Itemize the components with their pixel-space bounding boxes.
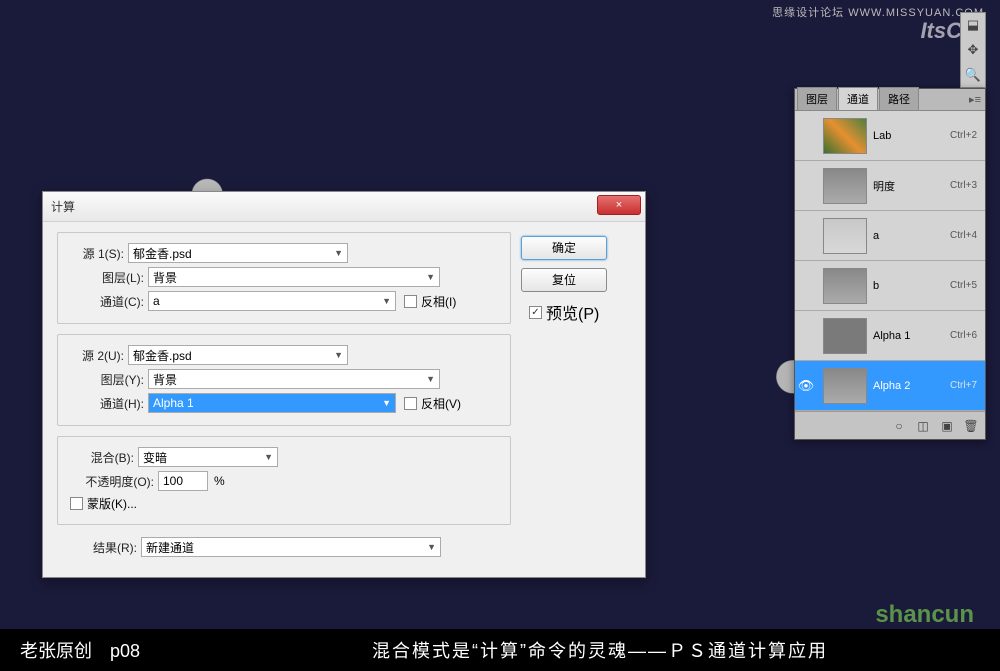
source1-layer-dropdown[interactable]: 背景 ▼ <box>148 267 440 287</box>
source1-channel-value: a <box>153 294 160 308</box>
blend-group: 混合(B): 变暗 ▼ 不透明度(O): % 蒙版(K)... <box>57 436 511 525</box>
channel-name: b <box>873 280 950 292</box>
panel-footer: ○ ◫ ▣ 🗑 <box>795 411 985 439</box>
source1-invert-label: 反相(I) <box>421 293 456 310</box>
preview-label: 预览(P) <box>546 300 599 324</box>
channel-row[interactable]: aCtrl+4 <box>795 211 985 261</box>
channel-name: Alpha 2 <box>873 380 950 392</box>
source1-channel-dropdown[interactable]: a▼ <box>148 291 396 311</box>
channel-name: 明度 <box>873 178 950 194</box>
source2-file-dropdown[interactable]: 郁金香.psd ▼ <box>128 345 348 365</box>
source2-file-value: 郁金香.psd <box>133 347 192 364</box>
channel-shortcut: Ctrl+2 <box>950 130 985 141</box>
caption-bar: 老张原创 p08 混合模式是“计算”命令的灵魂——ＰＳ通道计算应用 <box>0 629 1000 671</box>
channel-shortcut: Ctrl+3 <box>950 180 985 191</box>
source1-file-dropdown[interactable]: 郁金香.psd ▼ <box>128 243 348 263</box>
load-selection-icon[interactable]: ○ <box>891 418 907 434</box>
channel-thumbnail <box>823 168 867 204</box>
chevron-down-icon: ▼ <box>382 296 391 306</box>
tool-1[interactable]: ⬓ <box>963 15 983 35</box>
chevron-down-icon: ▼ <box>426 272 435 282</box>
channel-shortcut: Ctrl+4 <box>950 230 985 241</box>
channel-list: LabCtrl+2明度Ctrl+3aCtrl+4bCtrl+5Alpha 1Ct… <box>795 111 985 411</box>
channel-row[interactable]: 👁 Alpha 2Ctrl+7 <box>795 361 985 411</box>
new-channel-icon[interactable]: ▣ <box>939 418 955 434</box>
source2-channel-dropdown[interactable]: Alpha 1 ▼ <box>148 393 396 413</box>
tool-2[interactable]: ✥ <box>963 40 983 60</box>
channel-shortcut: Ctrl+6 <box>950 330 985 341</box>
source2-invert-checkbox[interactable] <box>404 397 417 410</box>
source1-group: 源 1(S): 郁金香.psd▼ 图层(L): 背景▼ 通道(C): a▼ <box>57 232 511 324</box>
channel-name: a <box>873 230 950 242</box>
channel-shortcut: Ctrl+7 <box>950 380 985 391</box>
source2-layer-label: 图层(Y): <box>68 371 148 388</box>
visibility-toggle[interactable]: 👁 <box>795 378 817 394</box>
tool-3[interactable]: 🔍 <box>963 65 983 85</box>
blend-mode-dropdown[interactable]: 变暗 ▼ <box>138 447 278 467</box>
channel-name: Lab <box>873 130 950 142</box>
chevron-down-icon: ▼ <box>426 374 435 384</box>
delete-channel-icon[interactable]: 🗑 <box>963 418 979 434</box>
dialog-title: 计算 <box>51 198 75 215</box>
reset-button[interactable]: 复位 <box>521 268 607 292</box>
ok-button[interactable]: 确定 <box>521 236 607 260</box>
source1-channel-label: 通道(C): <box>68 293 148 310</box>
channel-row[interactable]: LabCtrl+2 <box>795 111 985 161</box>
opacity-unit: % <box>214 474 225 488</box>
source1-invert-checkbox[interactable] <box>404 295 417 308</box>
channel-name: Alpha 1 <box>873 330 950 342</box>
channel-row[interactable]: bCtrl+5 <box>795 261 985 311</box>
source2-layer-dropdown[interactable]: 背景 ▼ <box>148 369 440 389</box>
channel-thumbnail <box>823 268 867 304</box>
blend-label: 混合(B): <box>68 449 138 466</box>
dialog-titlebar[interactable]: 计算 × <box>43 192 645 222</box>
source2-channel-label: 通道(H): <box>68 395 148 412</box>
channel-row[interactable]: 明度Ctrl+3 <box>795 161 985 211</box>
source1-file-value: 郁金香.psd <box>133 245 192 262</box>
result-value: 新建通道 <box>146 539 194 556</box>
blend-mode-value: 变暗 <box>143 449 167 466</box>
chevron-down-icon: ▼ <box>427 542 436 552</box>
close-button[interactable]: × <box>597 195 641 215</box>
opacity-label: 不透明度(O): <box>68 473 158 490</box>
chevron-down-icon: ▼ <box>334 350 343 360</box>
tab-channels[interactable]: 通道 <box>838 87 878 110</box>
caption-right: 混合模式是“计算”命令的灵魂——ＰＳ通道计算应用 <box>220 637 980 663</box>
panel-tabs: 图层 通道 路径 ▸≡ <box>795 89 985 111</box>
result-label: 结果(R): <box>71 539 141 556</box>
channel-thumbnail <box>823 368 867 404</box>
mask-label: 蒙版(K)... <box>87 495 137 512</box>
save-selection-icon[interactable]: ◫ <box>915 418 931 434</box>
caption-left: 老张原创 p08 <box>20 637 220 663</box>
source2-channel-value: Alpha 1 <box>153 396 194 410</box>
source2-layer-value: 背景 <box>153 371 177 388</box>
channel-shortcut: Ctrl+5 <box>950 280 985 291</box>
channel-thumbnail <box>823 218 867 254</box>
chevron-down-icon: ▼ <box>382 398 391 408</box>
opacity-input[interactable] <box>158 471 208 491</box>
source2-group: 源 2(U): 郁金香.psd ▼ 图层(Y): 背景 ▼ 通道(H): Alpha… <box>57 334 511 426</box>
source2-invert-label: 反相(V) <box>421 395 461 412</box>
tab-layers[interactable]: 图层 <box>797 87 837 110</box>
source1-layer-label: 图层(L): <box>68 269 148 286</box>
chevron-down-icon: ▼ <box>264 452 273 462</box>
channel-thumbnail <box>823 118 867 154</box>
panel-menu-icon[interactable]: ▸≡ <box>969 93 981 106</box>
calculations-dialog: 计算 × 源 1(S): 郁金香.psd ▼ 图层(L): 背景 ▼ <box>42 191 646 578</box>
mask-checkbox[interactable] <box>70 497 83 510</box>
source1-label: 源 1(S): <box>68 245 128 262</box>
preview-checkbox[interactable]: ✓ <box>529 306 542 319</box>
right-toolbar: ⬓ ✥ 🔍 <box>960 12 986 88</box>
result-dropdown[interactable]: 新建通道 ▼ <box>141 537 441 557</box>
watermark-shancun: shancun <box>875 601 974 629</box>
tab-paths[interactable]: 路径 <box>879 87 919 110</box>
source1-layer-value: 背景 <box>153 269 177 286</box>
channel-row[interactable]: Alpha 1Ctrl+6 <box>795 311 985 361</box>
channel-thumbnail <box>823 318 867 354</box>
channels-panel: 图层 通道 路径 ▸≡ LabCtrl+2明度Ctrl+3aCtrl+4bCtr… <box>794 88 986 440</box>
chevron-down-icon: ▼ <box>334 248 343 258</box>
source2-label: 源 2(U): <box>68 347 128 364</box>
